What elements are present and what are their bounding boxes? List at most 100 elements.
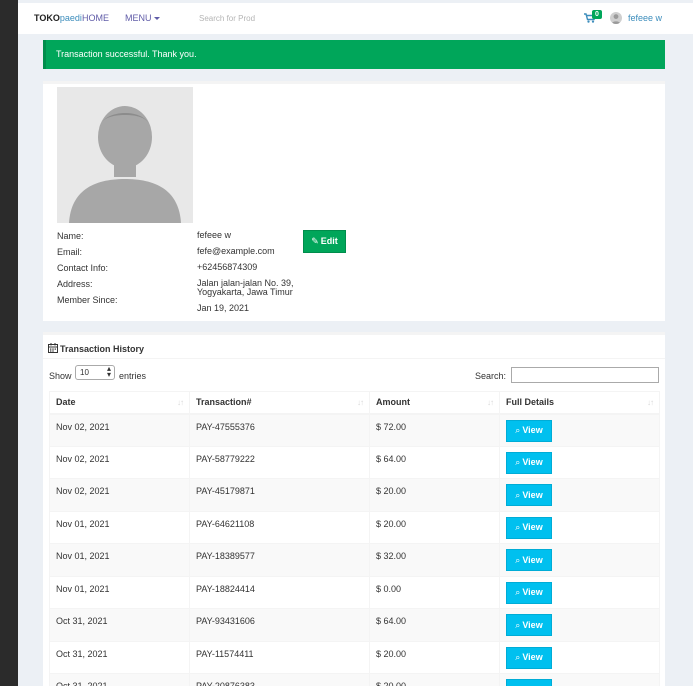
cell-details: ⌕View (499, 608, 660, 642)
edit-label: Edit (320, 236, 338, 246)
view-label: View (522, 425, 543, 435)
cell-transaction-id: PAY-18389577 (189, 543, 370, 577)
cell-transaction-id: PAY-11574411 (189, 640, 370, 674)
box-title: Transaction History (48, 343, 144, 354)
page-length-select[interactable]: 10 ▴ ▾ (75, 365, 115, 380)
nav-home-link[interactable]: HOME (82, 13, 109, 23)
default-avatar-icon (69, 106, 181, 223)
view-button[interactable]: ⌕View (506, 484, 552, 506)
brand-bold: TOKO (34, 13, 60, 23)
table-row: Oct 31, 2021 PAY-93431606 $ 64.00 ⌕ View (49, 608, 660, 642)
cell-date: Nov 01, 2021 (49, 510, 190, 544)
nav-menu-label: MENU (125, 13, 152, 23)
profile-photo (57, 87, 193, 223)
table-row: Nov 01, 2021 PAY-18824414 $ 0.00 ⌕ View (49, 575, 660, 609)
product-search-input[interactable] (194, 9, 304, 27)
cell-amount: $ 64.00 (369, 608, 500, 642)
view-label: View (522, 522, 543, 532)
search-icon: ⌕ (515, 489, 521, 500)
label-email: Email: (57, 247, 83, 257)
brand-logo[interactable]: TOKOpaedi (34, 13, 82, 23)
cell-details: ⌕View (499, 510, 660, 544)
calendar-icon (48, 343, 58, 353)
box-divider (43, 358, 665, 359)
caret-down-icon (153, 17, 160, 21)
table-search-input[interactable] (511, 367, 659, 383)
cell-transaction-id: PAY-58779222 (189, 445, 370, 479)
cell-transaction-id: PAY-18824414 (189, 575, 370, 609)
col-header-transaction-label: Transaction# (196, 397, 252, 408)
table-header-row: Date ↓↑ Transaction# ↓↑ Amount ↓↑ Full Deta… (49, 391, 660, 415)
search-icon: ⌕ (515, 425, 521, 435)
search-icon: ⌕ (515, 554, 521, 565)
value-name: fefeee w (197, 230, 232, 240)
table-row: Nov 02, 2021 PAY-58779222 $ 64.00 ⌕ View (49, 445, 660, 479)
col-header-full-details-label: Full Details (506, 397, 555, 408)
search-icon: ⌕ (515, 457, 521, 467)
box-title-text: Transaction History (60, 344, 145, 354)
cell-amount: $ 20.00 (369, 478, 500, 512)
cell-details: ⌕View (499, 673, 660, 686)
cell-details: ⌕View (499, 478, 660, 512)
table-row: Oct 31, 2021 PAY-11574411 $ 20.00 ⌕ View (49, 640, 660, 674)
cell-amount: $ 20.00 (369, 673, 500, 686)
label-address: Address: (57, 279, 93, 289)
view-label: View (522, 652, 543, 662)
sort-icon: ↓↑ (487, 398, 494, 407)
view-button[interactable]: ⌕View (506, 419, 552, 442)
cell-date: Oct 31, 2021 (49, 608, 190, 642)
col-header-date[interactable]: Date ↓↑ (49, 391, 190, 415)
sort-icon: ↓↑ (177, 398, 184, 407)
success-alert: Transaction successful. Thank you. (43, 40, 665, 69)
transaction-table: Date ↓↑ Transaction# ↓↑ Amount ↓↑ Full Deta… (49, 391, 660, 686)
cell-date: Nov 02, 2021 (49, 445, 190, 479)
cell-details: ⌕View (499, 543, 660, 577)
table-row: Nov 02, 2021 PAY-45179871 $ 20.00 ⌕ View (49, 478, 660, 512)
cart-button[interactable]: 0 (584, 9, 606, 27)
brand-rest: paedi (59, 13, 82, 23)
left-window-strip (0, 0, 18, 686)
view-button[interactable]: ⌕View (506, 581, 552, 604)
cell-date: Oct 31, 2021 (49, 673, 190, 686)
edit-profile-button[interactable]: ✎ Edit (303, 230, 346, 253)
view-button[interactable]: ⌕View (506, 516, 552, 539)
cell-transaction-id: PAY-64621108 (189, 510, 370, 544)
view-button[interactable]: ⌕View (506, 451, 552, 474)
cell-details: ⌕View (499, 640, 660, 674)
col-header-date-label: Date (56, 397, 76, 408)
table-row: Oct 31, 2021 PAY-20876383 $ 20.00 ⌕View (49, 673, 660, 686)
user-avatar (610, 12, 622, 24)
cell-date: Nov 02, 2021 (49, 478, 190, 512)
col-header-amount-label: Amount (376, 397, 410, 408)
cell-date: Nov 02, 2021 (49, 413, 190, 447)
top-navbar: TOKOpaedi HOME MENU 0 fefeee w (18, 3, 693, 34)
show-label: Show (49, 371, 72, 381)
search-label: Search: (475, 371, 507, 381)
cell-amount: $ 72.00 (369, 413, 500, 447)
view-button[interactable]: ⌕View (506, 549, 552, 571)
entries-label: entries (119, 371, 147, 381)
view-button[interactable]: ⌕View (506, 646, 552, 669)
profile-box: Name: Email: Contact Info: Address: Memb… (43, 81, 665, 321)
view-button[interactable]: ⌕View (506, 614, 552, 636)
cell-amount: $ 32.00 (369, 543, 500, 577)
col-header-amount[interactable]: Amount ↓↑ (369, 391, 500, 415)
nav-menu-dropdown[interactable]: MENU (125, 13, 160, 23)
user-name: fefeee w (628, 13, 663, 23)
edit-icon: ✎ (311, 236, 319, 246)
sort-icon: ↓↑ (357, 398, 364, 407)
value-email: fefe@example.com (197, 246, 275, 256)
view-label: View (522, 587, 543, 597)
col-header-transaction[interactable]: Transaction# ↓↑ (189, 391, 370, 415)
search-icon: ⌕ (515, 522, 521, 532)
view-label: View (522, 619, 543, 630)
value-address-line2: Yogyakarta, Jawa Timur (197, 287, 293, 297)
label-member-since: Member Since: (57, 295, 118, 305)
cell-transaction-id: PAY-47555376 (189, 413, 370, 447)
col-header-full-details[interactable]: Full Details ↓↑ (499, 391, 660, 415)
cell-amount: $ 20.00 (369, 640, 500, 674)
select-arrows-icon: ▴ ▾ (106, 364, 111, 379)
view-button[interactable]: ⌕View (506, 679, 552, 686)
cart-count-badge: 0 (592, 10, 602, 19)
table-row: Nov 01, 2021 PAY-64621108 $ 20.00 ⌕ View (49, 510, 660, 544)
